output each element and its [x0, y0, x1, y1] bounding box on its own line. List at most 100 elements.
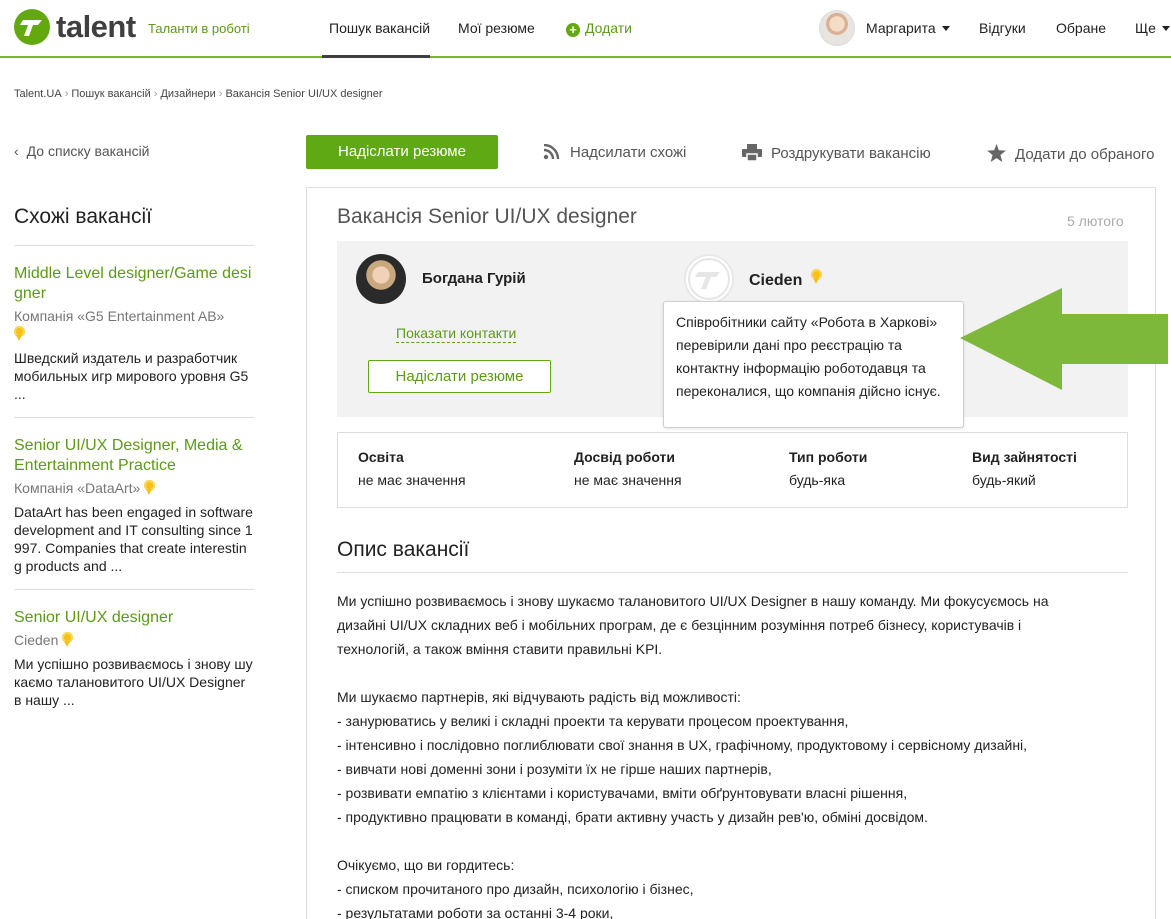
similar-vacancy-description: DataArt has been engaged in software dev…	[14, 504, 253, 574]
user-menu[interactable]: Маргарита	[866, 20, 950, 36]
divider	[337, 572, 1128, 573]
description-line: Ми успішно розвиваємось і знову шукаємо …	[337, 593, 1049, 609]
similar-vacancy-company: Компанія «DataArt»	[14, 479, 254, 497]
printer-icon	[742, 144, 762, 162]
list-item: Middle Level designer/Game designer Комп…	[14, 245, 254, 417]
send-similar-label: Надсилати схожі	[570, 144, 687, 161]
breadcrumb-item[interactable]: Talent.UA	[14, 88, 62, 100]
caret-down-icon	[941, 26, 950, 31]
add-to-favorites-button[interactable]: Додати до обраного	[987, 144, 1155, 163]
company-label: Компанія «G5 Entertainment AB»	[14, 308, 225, 324]
description-line: технологій, а також вміння ставити прави…	[337, 641, 663, 657]
user-name: Маргарита	[866, 20, 936, 36]
nav-responses[interactable]: Відгуки	[979, 20, 1026, 36]
print-vacancy-button[interactable]: Роздрукувати вакансію	[742, 144, 931, 162]
similar-vacancy-title[interactable]: Middle Level designer/Game designer	[14, 264, 254, 304]
verified-medal-icon	[144, 480, 156, 496]
send-resume-outline-button[interactable]: Надіслати резюме	[368, 360, 551, 393]
show-contacts-link[interactable]: Показати контакти	[396, 325, 517, 343]
similar-vacancy-description: Шведский издатель и разработчик мобильны…	[14, 350, 249, 402]
description-line: - продуктивно працювати в команді, брати…	[337, 809, 928, 825]
send-resume-button[interactable]: Надіслати резюме	[306, 135, 498, 169]
back-to-list-link[interactable]: ‹ До списку вакансій	[14, 143, 150, 159]
add-favorite-label: Додати до обраного	[1015, 146, 1155, 163]
similar-vacancy-company: Cieden	[14, 631, 254, 649]
site-tagline: Таланти в роботі	[148, 21, 250, 36]
company-logo-icon[interactable]	[684, 254, 734, 304]
description-line: - результатами роботи за останні 3-4 рок…	[337, 905, 614, 919]
description-heading: Опис вакансії	[337, 538, 470, 561]
vacancy-date: 5 лютого	[1067, 213, 1124, 229]
contact-person-name: Богдана Гурій	[422, 270, 526, 287]
vacancy-description: Ми успішно розвиваємось і знову шукаємо …	[337, 589, 1137, 919]
logo-text: talent	[56, 9, 136, 44]
nav-favorites[interactable]: Обране	[1056, 20, 1106, 36]
company-label: Cieden	[14, 632, 59, 648]
send-similar-button[interactable]: Надсилати схожі	[543, 143, 687, 161]
description-line: Очікуємо, що ви гордитесь:	[337, 857, 515, 873]
nav-add-label: Додати	[585, 20, 632, 36]
user-avatar[interactable]	[819, 10, 855, 46]
fact-label: Тип роботи	[789, 449, 868, 465]
fact-label: Вид зайнятості	[972, 449, 1077, 465]
description-line: дизайні UI/UX складних веб і мобільних п…	[337, 617, 1022, 633]
nav-active-indicator	[322, 55, 430, 58]
fact-label: Досвід роботи	[574, 449, 675, 465]
description-line: - списком прочитаного про дизайн, психол…	[337, 881, 694, 897]
star-icon	[987, 144, 1006, 162]
similar-vacancies-title: Схожі вакансії	[14, 205, 152, 228]
breadcrumb-separator-icon: ›	[153, 88, 158, 100]
company-name[interactable]: Cieden	[749, 272, 802, 290]
vacancy-facts-table: Освіта не має значення Досвід роботи не …	[337, 432, 1128, 508]
plus-circle-icon: +	[566, 23, 580, 37]
verified-medal-icon	[62, 632, 74, 648]
top-header: talent Таланти в роботі Пошук вакансій М…	[0, 0, 1171, 58]
breadcrumb-item[interactable]: Пошук вакансій	[71, 88, 150, 100]
similar-vacancy-company: Компанія «G5 Entertainment AB»	[14, 307, 254, 343]
chevron-left-icon: ‹	[14, 143, 19, 159]
fact-label: Освіта	[358, 449, 404, 465]
company-label: Компанія «DataArt»	[14, 480, 141, 496]
description-line: - інтенсивно і послідовно поглиблювати с…	[337, 737, 1028, 753]
vacancy-title: Вакансія Senior UI/UX designer	[337, 205, 637, 228]
fact-value: будь-яка	[789, 472, 846, 488]
verified-medal-icon[interactable]	[811, 269, 824, 289]
green-arrow-icon	[960, 288, 1168, 390]
back-link-label: До списку вакансій	[26, 143, 150, 159]
caret-down-icon	[1161, 26, 1170, 31]
verification-tooltip: Співробітники сайту «Робота в Харкові» п…	[663, 301, 964, 428]
contact-person-avatar	[356, 254, 406, 304]
list-item: Senior UI/UX Designer, Media & Entertain…	[14, 417, 254, 589]
similar-vacancy-title[interactable]: Senior UI/UX Designer, Media & Entertain…	[14, 436, 254, 476]
fact-value: не має значення	[358, 472, 466, 488]
fact-value: не має значення	[574, 472, 682, 488]
rss-icon	[543, 143, 560, 160]
description-line: Ми шукаємо партнерів, які відчувають рад…	[337, 689, 741, 705]
breadcrumb: Talent.UA › Пошук вакансій › Дизайнери › Вакан…	[14, 88, 383, 100]
similar-vacancies-list: Middle Level designer/Game designer Комп…	[14, 245, 254, 723]
fact-education: Освіта не має значення	[358, 449, 466, 488]
breadcrumb-separator-icon: ›	[218, 88, 223, 100]
description-line: - вивчати нові доменні зони і розуміти ї…	[337, 761, 772, 777]
fact-work-type: Тип роботи будь-яка	[789, 449, 867, 488]
breadcrumb-separator-icon: ›	[64, 88, 69, 100]
similar-vacancy-title[interactable]: Senior UI/UX designer	[14, 608, 254, 628]
nav-more-label: Ще	[1135, 20, 1156, 36]
breadcrumb-current: Вакансія Senior UI/UX designer	[225, 88, 383, 100]
description-line: - розвивати емпатію з клієнтами і корист…	[337, 785, 908, 801]
fact-value: будь-який	[972, 472, 1036, 488]
similar-vacancy-description: Ми успішно розвиваємось і знову шукаємо …	[14, 656, 253, 708]
nav-more-menu[interactable]: Ще	[1135, 20, 1170, 36]
fact-employment-type: Вид зайнятості будь-який	[972, 449, 1077, 488]
talent-logo-icon	[14, 9, 50, 45]
site-logo[interactable]: talent	[14, 9, 136, 45]
description-line: - занурюватись у великі і складні проект…	[337, 713, 849, 729]
breadcrumb-item[interactable]: Дизайнери	[160, 88, 215, 100]
nav-my-resumes[interactable]: Мої резюме	[458, 20, 535, 36]
print-label: Роздрукувати вакансію	[771, 145, 931, 162]
list-item: Senior UI/UX designer Cieden Ми успішно …	[14, 589, 254, 723]
nav-add-button[interactable]: + Додати	[566, 20, 632, 37]
verified-medal-icon	[14, 326, 25, 342]
nav-search-jobs[interactable]: Пошук вакансій	[329, 20, 430, 36]
